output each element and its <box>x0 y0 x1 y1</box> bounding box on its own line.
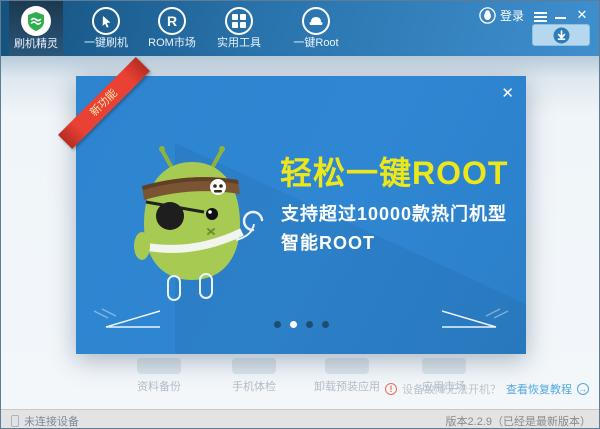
warning-icon: ! <box>385 383 397 395</box>
carousel-dot[interactable] <box>306 321 313 328</box>
carousel-dot-active[interactable] <box>290 321 297 328</box>
pirate-hat-icon <box>302 7 330 35</box>
nav-label: 刷机精灵 <box>9 38 63 50</box>
nav-label: 实用工具 <box>211 37 267 49</box>
carousel-dot[interactable] <box>274 321 281 328</box>
carousel-dot[interactable] <box>322 321 329 328</box>
app-logo-icon <box>21 6 51 36</box>
bg-tool-uninstall[interactable]: 卸载预装应用 <box>302 358 392 394</box>
close-window-icon[interactable]: ✕ <box>573 7 591 23</box>
modal-title: 轻松一键ROOT <box>280 148 508 194</box>
promo-modal: 新功能 ✕ 轻松一键ROOT 支持 <box>76 76 526 354</box>
bg-tool-checkup[interactable]: 手机体检 <box>209 358 299 394</box>
recovery-tutorial-link[interactable]: 查看恢复教程 <box>506 381 572 397</box>
nav-label: ROM市场 <box>144 37 200 49</box>
nav-item-utilities[interactable]: 实用工具 <box>211 1 267 56</box>
phone-icon <box>11 415 19 427</box>
tools-grid-icon <box>225 7 253 35</box>
go-arrow-icon[interactable]: → <box>577 383 589 395</box>
app-window: 刷机精灵 一键刷机 R ROM市场 实用工具 <box>0 0 600 429</box>
status-bar: 未连接设备 版本2.2.9（已经是最新版本） <box>1 409 599 428</box>
version-text: 版本2.2.9（已经是最新版本） <box>446 413 591 429</box>
minimize-icon[interactable] <box>551 7 569 23</box>
recovery-help-row: ! 设备故障无法开机？ 查看恢复教程 → <box>385 381 589 397</box>
login-button[interactable]: 登录 <box>479 7 524 24</box>
nav-item-one-key-root[interactable]: 一键Root <box>288 1 344 56</box>
login-label: 登录 <box>500 7 524 24</box>
modal-subtitle-line1: 支持超过10000款热门机型 <box>281 200 507 226</box>
nav-item-rom-market[interactable]: R ROM市场 <box>144 1 200 56</box>
pirate-android-mascot <box>112 128 272 308</box>
header-bar: 刷机精灵 一键刷机 R ROM市场 实用工具 <box>1 1 599 56</box>
carousel-dots <box>76 321 526 328</box>
nav-label: 一键Root <box>288 37 344 49</box>
recovery-warning-text: 设备故障无法开机？ <box>402 381 501 397</box>
cursor-arrow-icon <box>92 7 120 35</box>
device-status: 未连接设备 <box>11 413 79 429</box>
modal-close-icon[interactable]: ✕ <box>501 84 514 102</box>
bg-tool-backup[interactable]: 资料备份 <box>114 358 204 394</box>
modal-subtitle-line2: 智能ROOT <box>281 229 375 255</box>
download-button[interactable] <box>532 24 590 46</box>
nav-item-home[interactable]: 刷机精灵 <box>9 1 63 56</box>
nav-item-one-key-flash[interactable]: 一键刷机 <box>78 1 134 56</box>
letter-r-icon: R <box>158 7 186 35</box>
download-arrow-icon <box>553 27 570 44</box>
qq-penguin-icon <box>479 7 496 24</box>
device-status-text: 未连接设备 <box>24 413 79 429</box>
nav-label: 一键刷机 <box>78 37 134 49</box>
